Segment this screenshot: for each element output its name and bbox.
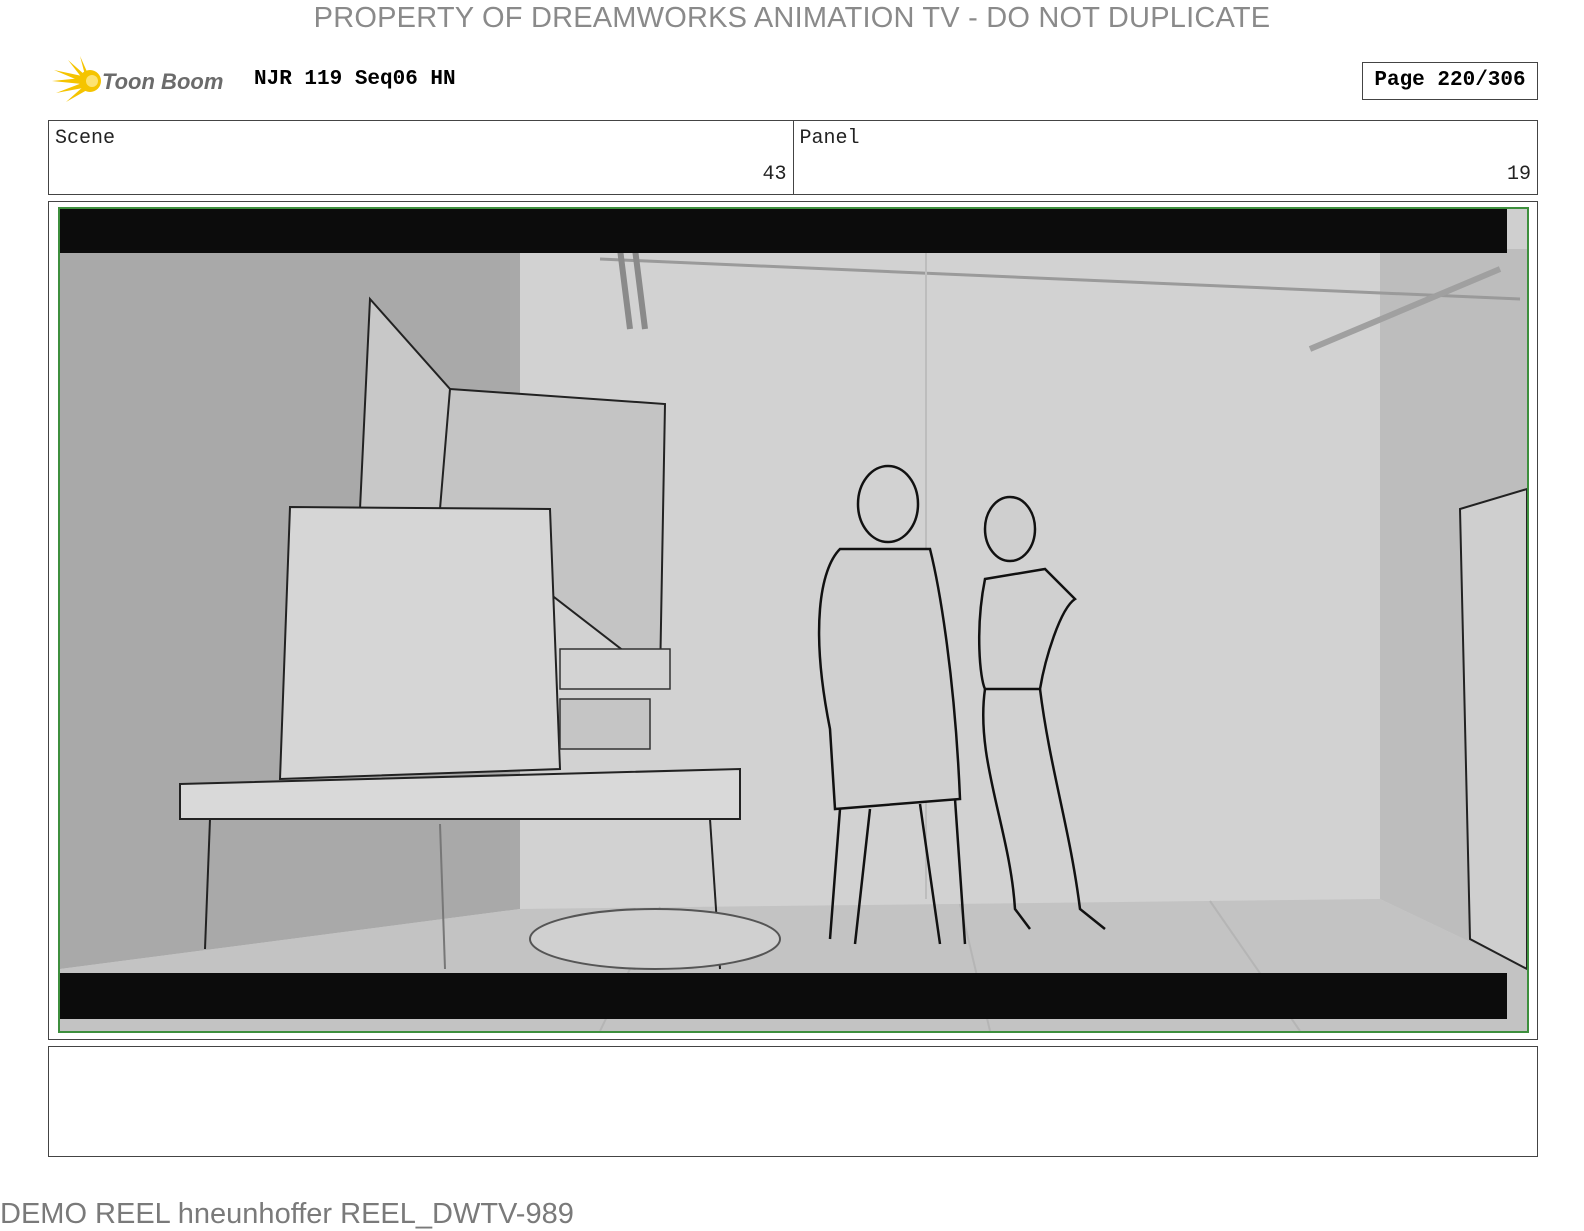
- page-indicator: Page 220/306: [1362, 62, 1538, 100]
- storyboard-panel-image: [58, 207, 1529, 1033]
- scene-number: 43: [762, 163, 787, 186]
- notes-box: [48, 1046, 1538, 1157]
- logo-text: Toon Boom: [102, 69, 223, 94]
- panel-label: Panel: [799, 127, 860, 150]
- document-title: NJR 119 Seq06 HN: [254, 68, 456, 91]
- toon-boom-logo: Toon Boom: [52, 56, 242, 106]
- scene-cell: Scene 43: [49, 121, 793, 194]
- panel-cell: Panel 19: [792, 121, 1538, 194]
- scene-label: Scene: [55, 127, 116, 150]
- footer-text: DEMO REEL hneunhoffer REEL_DWTV-989: [0, 1198, 574, 1230]
- scene-panel-info: Scene 43 Panel 19: [48, 120, 1538, 195]
- storyboard-sketch: [60, 209, 1527, 1031]
- panel-number: 19: [1506, 163, 1531, 186]
- watermark-text: PROPERTY OF DREAMWORKS ANIMATION TV - DO…: [313, 2, 1271, 34]
- toon-boom-sun-icon: Toon Boom: [52, 56, 223, 102]
